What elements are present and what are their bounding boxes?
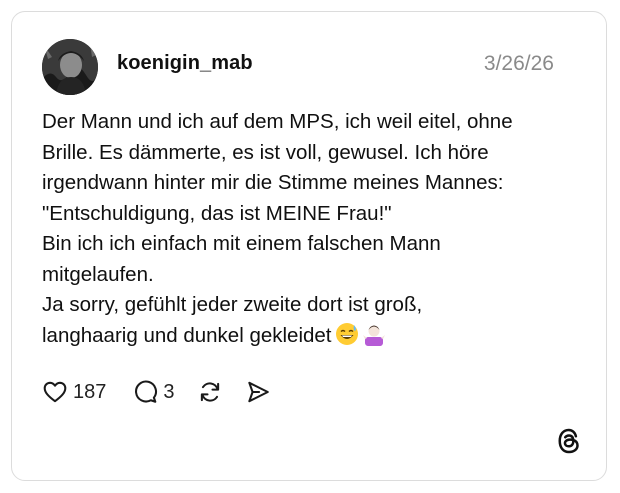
username[interactable]: koenigin_mab bbox=[117, 52, 253, 75]
repost-button[interactable] bbox=[197, 379, 223, 405]
post-line: irgendwann hinter mir die Stimme meines … bbox=[42, 171, 504, 194]
post-line: mitgelaufen. bbox=[42, 262, 154, 286]
person-shrugging-emoji-icon bbox=[362, 322, 386, 356]
repost-icon bbox=[197, 379, 223, 405]
post-line: Der Mann und ich auf dem MPS, ich weil e… bbox=[42, 110, 513, 133]
reply-button[interactable]: 3 bbox=[132, 379, 175, 405]
heart-icon bbox=[42, 379, 68, 405]
post-text: Der Mann und ich auf dem MPS, ich weil e… bbox=[42, 107, 587, 355]
post-date: 3/26/26 bbox=[483, 52, 554, 75]
share-button[interactable] bbox=[245, 379, 271, 405]
action-bar: 187 3 bbox=[42, 377, 271, 407]
avatar[interactable] bbox=[42, 39, 98, 95]
like-button[interactable]: 187 bbox=[42, 379, 106, 405]
post-line: Bin ich ich einfach mit einem falschen M… bbox=[42, 232, 441, 255]
share-icon bbox=[245, 379, 271, 405]
grinning-face-with-sweat-emoji-icon bbox=[335, 322, 359, 356]
post-line: Brille. Es dämmerte, es ist voll, gewuse… bbox=[42, 140, 489, 164]
threads-logo-icon bbox=[554, 426, 584, 456]
post-card: koenigin_mab 3/26/26 Der Mann und ich au… bbox=[11, 11, 607, 481]
post-line: "Entschuldigung, das ist MEINE Frau!" bbox=[42, 201, 392, 225]
like-count: 187 bbox=[73, 380, 107, 403]
reply-count: 3 bbox=[163, 380, 175, 403]
post-line: langhaarig und dunkel gekleidet bbox=[42, 323, 332, 347]
comment-icon bbox=[132, 379, 158, 405]
post-line: Ja sorry, gefühlt jeder zweite dort ist … bbox=[42, 293, 423, 316]
post-line-last: langhaarig und dunkel gekleidet bbox=[42, 321, 587, 356]
